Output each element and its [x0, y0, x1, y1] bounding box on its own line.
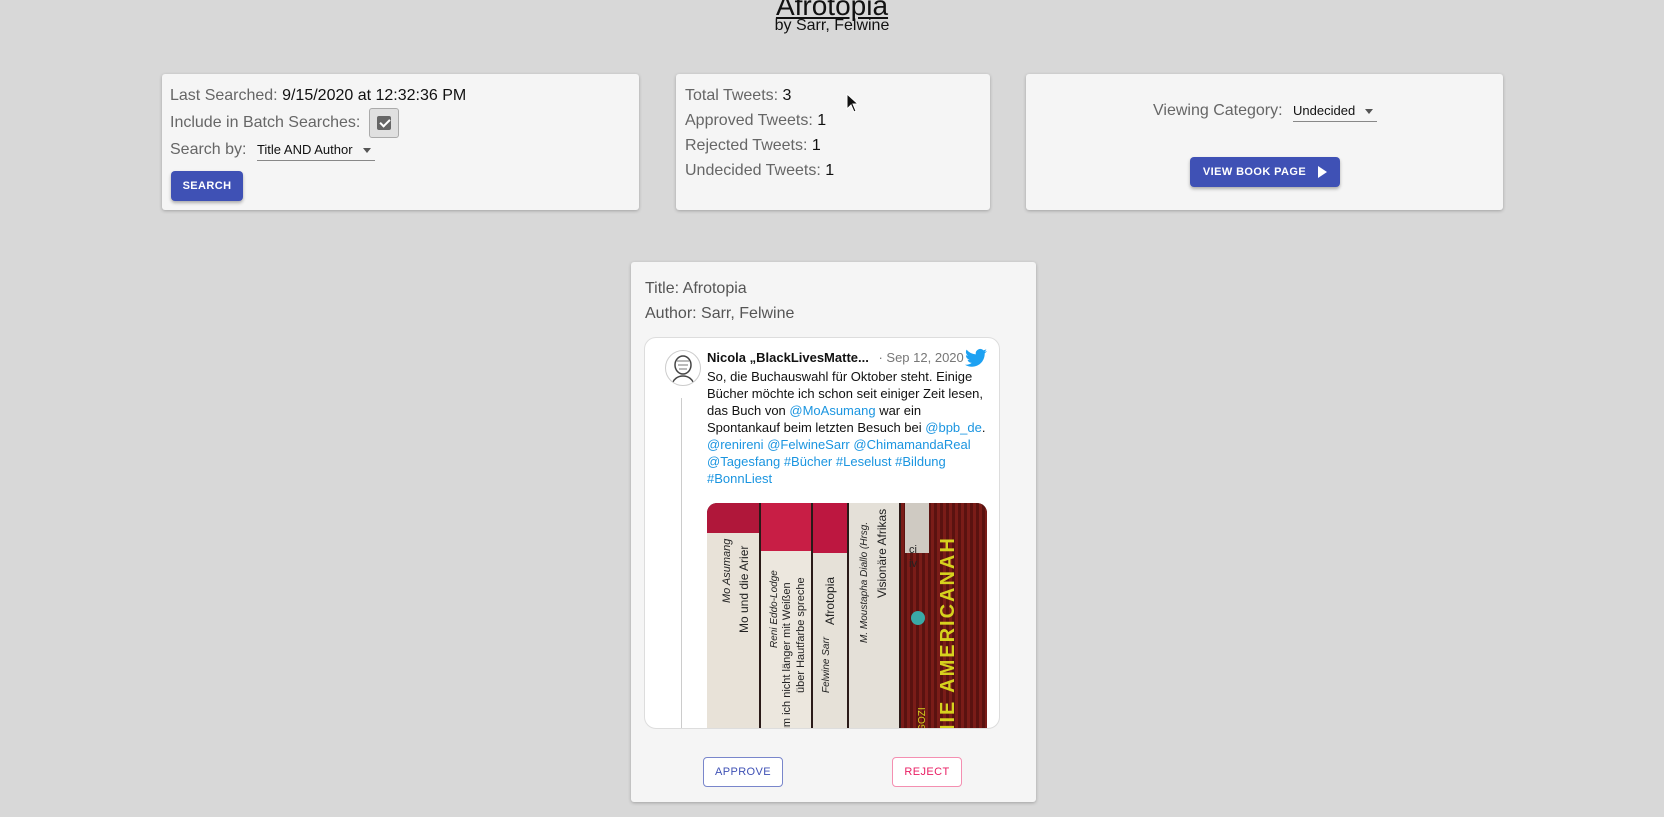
spine-author: M. Moustapha Diallo (Hrsg.: [859, 521, 870, 643]
book-spine: Felwine Sarr Afrotopia: [813, 503, 847, 728]
play-arrow-icon: [1318, 166, 1328, 178]
search-by-select[interactable]: Title AND Author: [256, 142, 375, 161]
batch-search-checkbox[interactable]: [368, 108, 399, 138]
category-select[interactable]: Undecided: [1293, 103, 1378, 122]
spine-title: arum ich nicht länger mit Weißen: [781, 582, 793, 729]
hashtag-link[interactable]: #Bücher: [784, 454, 832, 469]
embedded-tweet: Nicola „BlackLivesMatte... · Sep 12, 202…: [644, 337, 1000, 729]
hashtag-link[interactable]: #Bildung: [895, 454, 946, 469]
search-button-label: SEARCH: [182, 180, 232, 192]
mention-link[interactable]: @bpb_de: [925, 420, 982, 435]
mouse-cursor-icon: [846, 92, 860, 118]
spine-author: Reni Eddo-Lodge: [769, 570, 780, 648]
spine-title: über Hautfarbe spreche: [795, 577, 807, 693]
spine-title: Mo und die Arier: [737, 545, 751, 633]
undecided-tweets-label: Undecided Tweets:: [685, 162, 821, 179]
category-value: Undecided: [1293, 103, 1356, 118]
tweet-author-name[interactable]: Nicola „BlackLivesMatte...: [707, 350, 869, 365]
spine-title: Visionäre Afrikas: [875, 508, 889, 598]
search-by-label: Search by:: [170, 141, 247, 158]
book-spine: Mo Asumang Mo und die Arier: [707, 503, 759, 728]
search-button[interactable]: SEARCH: [171, 171, 243, 201]
book-spine: ciiv HIE AMERICANAH NGOZI: [901, 503, 987, 729]
mention-link[interactable]: @Tagesfang: [707, 454, 780, 469]
last-searched-value: 9/15/2020 at 12:32:36 PM: [282, 87, 467, 104]
spine-author: Felwine Sarr: [821, 636, 832, 693]
reject-button-label: REJECT: [904, 766, 950, 778]
viewing-category-label: Viewing Category:: [1153, 102, 1283, 119]
spine-author: Mo Asumang: [721, 538, 733, 603]
view-book-page-button[interactable]: VIEW BOOK PAGE: [1190, 157, 1340, 187]
search-card: Last Searched: 9/15/2020 at 12:32:36 PM …: [162, 74, 639, 210]
mention-link[interactable]: @MoAsumang: [789, 403, 875, 418]
book-byline: by Sarr, Felwine: [774, 17, 890, 34]
spine-title: HIE AMERICANAH: [937, 536, 959, 729]
thread-line: [681, 398, 682, 728]
spine-dot: [911, 611, 925, 625]
spine-title: Afrotopia: [823, 576, 837, 625]
spine-text: ciiv: [909, 544, 917, 570]
stats-card: Total Tweets: 3 Approved Tweets: 1 Rejec…: [676, 74, 990, 210]
undecided-tweets-value: 1: [825, 162, 835, 179]
chevron-down-icon: [362, 148, 371, 153]
mention-link[interactable]: @FelwineSarr: [767, 437, 850, 452]
tweet-date[interactable]: · Sep 12, 2020: [878, 350, 963, 365]
tweet-card-title: Title: Afrotopia: [645, 280, 747, 297]
search-by-value: Title AND Author: [256, 142, 353, 157]
book-spine: Reni Eddo-Lodge arum ich nicht länger mi…: [761, 503, 811, 729]
rejected-tweets-label: Rejected Tweets:: [685, 137, 808, 154]
approve-button[interactable]: APPROVE: [703, 757, 783, 787]
approve-button-label: APPROVE: [715, 766, 771, 778]
tweet-review-card: Title: Afrotopia Author: Sarr, Felwine N…: [631, 262, 1036, 802]
reject-button[interactable]: REJECT: [892, 757, 962, 787]
mention-link[interactable]: @ChimamandaReal: [853, 437, 970, 452]
approved-tweets-value: 1: [817, 112, 827, 129]
tweet-media-image[interactable]: Mo Asumang Mo und die Arier Reni Eddo-Lo…: [707, 503, 987, 729]
book-spine: M. Moustapha Diallo (Hrsg. Visionäre Afr…: [849, 503, 899, 728]
view-book-page-label: VIEW BOOK PAGE: [1202, 166, 1307, 178]
last-searched-label: Last Searched:: [170, 87, 278, 104]
tweet-card-author: Author: Sarr, Felwine: [645, 305, 795, 322]
total-tweets-value: 3: [782, 87, 792, 104]
category-card: Viewing Category: Undecided VIEW BOOK PA…: [1026, 74, 1503, 210]
approved-tweets-label: Approved Tweets:: [685, 112, 813, 129]
hashtag-link[interactable]: #BonnLiest: [707, 471, 772, 486]
tweet-text: So, die Buchauswahl für Oktober steht. E…: [707, 368, 989, 487]
rejected-tweets-value: 1: [811, 137, 821, 154]
avatar: [665, 350, 701, 386]
batch-search-label: Include in Batch Searches:: [170, 114, 361, 131]
tweet-text-part: .: [981, 420, 986, 435]
spine-author: NGOZI: [917, 707, 928, 729]
mention-link[interactable]: @renireni: [707, 437, 764, 452]
chevron-down-icon: [1365, 109, 1374, 114]
total-tweets-label: Total Tweets:: [685, 87, 779, 104]
hashtag-link[interactable]: #Leselust: [836, 454, 892, 469]
